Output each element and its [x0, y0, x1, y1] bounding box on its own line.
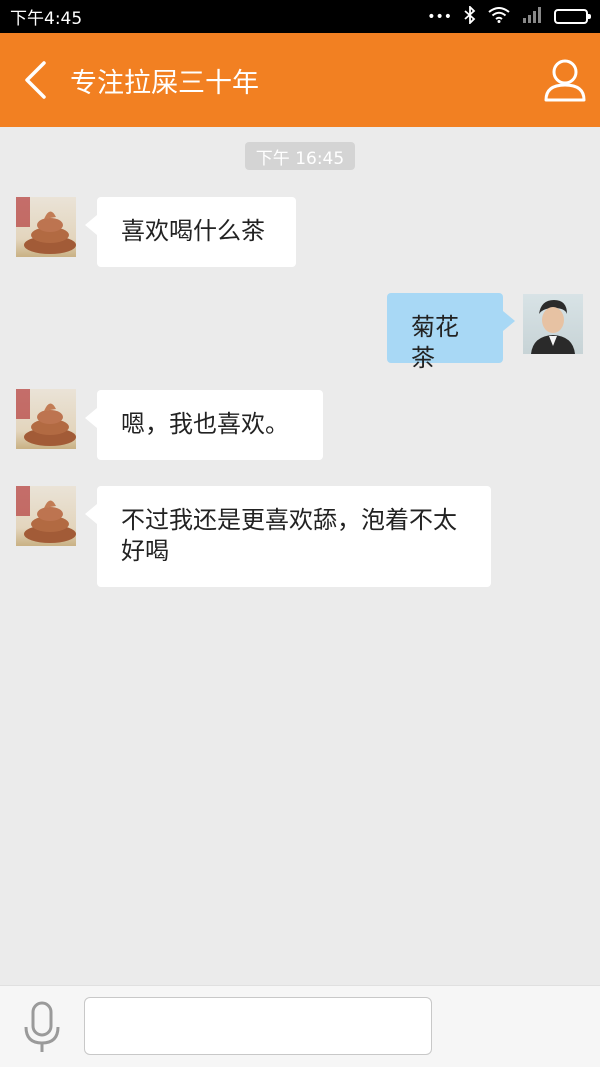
status-bar: 下午4:45 •••	[0, 0, 600, 33]
microphone-icon	[24, 1001, 60, 1052]
bluetooth-icon	[464, 4, 476, 28]
wifi-icon	[488, 6, 510, 27]
chevron-left-icon	[25, 61, 46, 99]
status-icons: •••	[427, 4, 591, 28]
signal-icon	[522, 6, 542, 27]
input-bar	[0, 985, 600, 1067]
battery-icon	[554, 9, 591, 24]
message-text: 喜欢喝什么茶	[121, 217, 265, 245]
man-avatar-image	[531, 300, 575, 354]
message-timestamp: 下午 16:45	[245, 142, 355, 170]
message-input[interactable]	[84, 997, 432, 1055]
poop-avatar[interactable]	[16, 486, 76, 546]
status-time: 下午4:45	[10, 9, 83, 29]
message-bubble-left[interactable]: 嗯，我也喜欢。	[85, 390, 323, 460]
chat-area[interactable]: 下午 16:45 喜欢喝什么茶 菊花茶 嗯，我也喜欢。 不过我还是更喜欢舔，泡着…	[0, 127, 600, 985]
back-button[interactable]	[6, 33, 64, 127]
message-text: 嗯，我也喜欢。	[121, 410, 289, 438]
man-avatar[interactable]	[523, 294, 583, 354]
message-bubble-left[interactable]: 不过我还是更喜欢舔，泡着不太好喝	[85, 486, 491, 587]
voice-input-button[interactable]	[18, 1000, 66, 1054]
person-icon	[544, 59, 586, 102]
message-text: 不过我还是更喜欢舔，泡着不太好喝	[121, 506, 457, 565]
message-bubble-right[interactable]: 菊花茶	[387, 293, 515, 372]
message-text: 菊花茶	[411, 313, 459, 372]
poop-avatar-image	[16, 486, 76, 543]
title-bar: 专注拉屎三十年	[0, 33, 600, 127]
poop-avatar-image	[16, 389, 76, 446]
message-bubble-left[interactable]: 喜欢喝什么茶	[85, 197, 296, 267]
profile-button[interactable]	[530, 33, 600, 127]
more-dots-icon: •••	[427, 8, 452, 25]
chat-title: 专注拉屎三十年	[70, 67, 259, 99]
poop-avatar[interactable]	[16, 197, 76, 257]
poop-avatar[interactable]	[16, 389, 76, 449]
poop-avatar-image	[16, 197, 76, 254]
